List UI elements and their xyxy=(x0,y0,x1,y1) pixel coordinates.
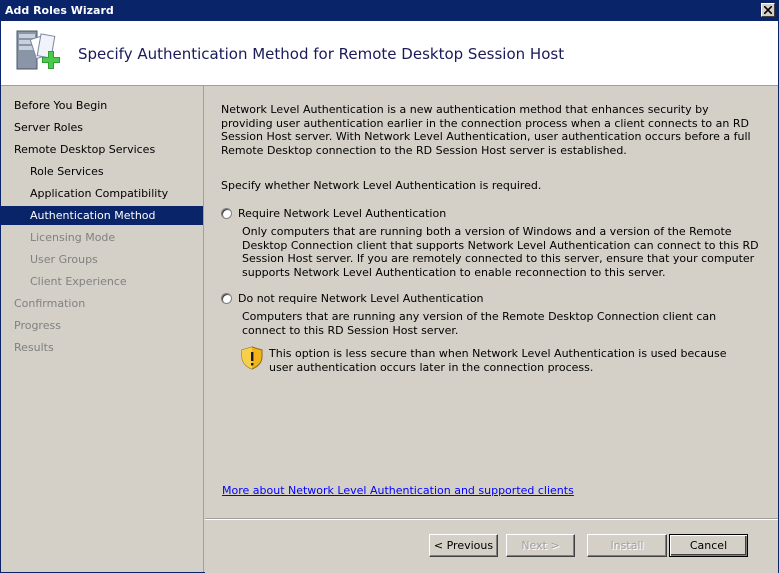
require-nla-label[interactable]: Require Network Level Authentication xyxy=(238,207,446,220)
do-not-require-nla-label[interactable]: Do not require Network Level Authenticat… xyxy=(238,292,484,305)
step-licensing-mode: Licensing Mode xyxy=(30,231,116,244)
wizard-header: Specify Authentication Method for Remote… xyxy=(1,21,778,86)
shield-warning-icon xyxy=(241,346,263,370)
window-title: Add Roles Wizard xyxy=(5,4,114,17)
install-button[interactable]: Install xyxy=(587,534,667,557)
wizard-steps-sidebar: Before You Begin Server Roles Remote Des… xyxy=(1,86,204,572)
require-nla-description: Only computers that are running both a v… xyxy=(242,225,759,279)
wizard-content: Network Level Authentication is a new au… xyxy=(205,86,778,518)
previous-button[interactable]: < Previous xyxy=(429,534,498,557)
security-warning-text: This option is less secure than when Net… xyxy=(269,347,727,374)
step-before-you-begin[interactable]: Before You Begin xyxy=(1,96,203,115)
prompt-text: Specify whether Network Level Authentica… xyxy=(221,179,542,192)
step-progress: Progress xyxy=(14,319,61,332)
require-nla-radio[interactable] xyxy=(221,208,232,219)
step-application-compatibility[interactable]: Application Compatibility xyxy=(1,184,203,203)
step-server-roles[interactable]: Server Roles xyxy=(1,118,203,137)
step-role-services[interactable]: Role Services xyxy=(1,162,203,181)
step-authentication-method[interactable]: Authentication Method xyxy=(1,206,203,225)
more-about-nla-link[interactable]: More about Network Level Authentication … xyxy=(222,484,574,497)
title-bar: Add Roles Wizard xyxy=(1,1,778,21)
intro-text: Network Level Authentication is a new au… xyxy=(221,103,751,157)
step-user-groups: User Groups xyxy=(30,253,98,266)
close-icon xyxy=(764,6,772,14)
do-not-require-nla-radio[interactable] xyxy=(221,293,232,304)
wizard-window: Add Roles Wizard Specify Authentication … xyxy=(0,0,779,573)
step-confirmation: Confirmation xyxy=(14,297,86,310)
step-remote-desktop-services[interactable]: Remote Desktop Services xyxy=(1,140,203,159)
server-add-role-icon xyxy=(16,30,60,70)
page-title: Specify Authentication Method for Remote… xyxy=(78,45,565,63)
cancel-button[interactable]: Cancel xyxy=(669,534,748,557)
do-not-require-nla-description: Computers that are running any version o… xyxy=(242,310,717,337)
wizard-footer: < Previous Next > Install Cancel xyxy=(205,518,778,573)
close-button[interactable] xyxy=(761,3,775,17)
next-button[interactable]: Next > xyxy=(506,534,575,557)
step-client-experience: Client Experience xyxy=(30,275,127,288)
step-results: Results xyxy=(14,341,54,354)
